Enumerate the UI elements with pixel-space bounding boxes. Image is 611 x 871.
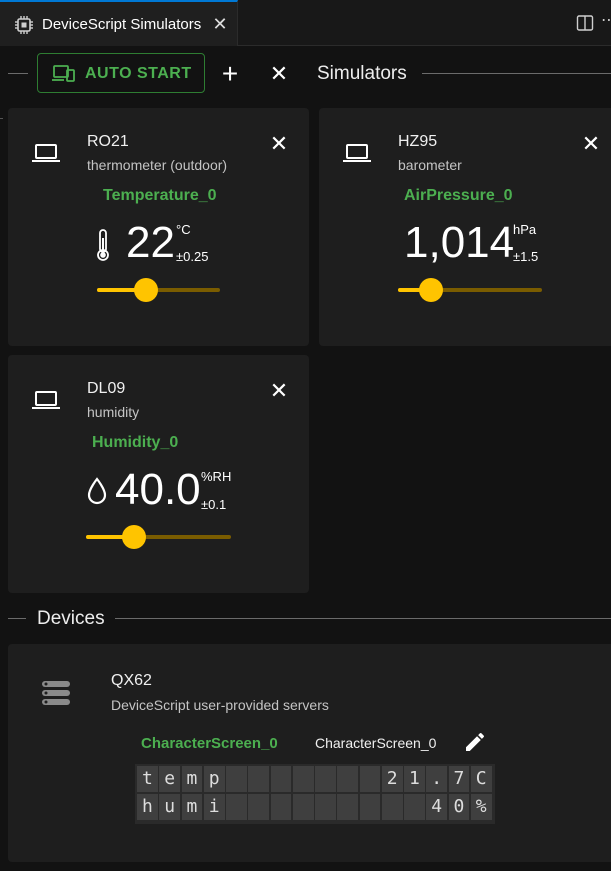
simulator-name: RO21 (87, 133, 129, 150)
simulator-description: thermometer (outdoor) (87, 157, 228, 173)
screen-row: h u m i 4 0% (137, 794, 493, 820)
screen-cell (337, 794, 358, 820)
screen-cell: m (181, 766, 203, 792)
sensor-unit: %RH (201, 469, 232, 484)
screen-cell (359, 766, 381, 792)
tab-title: DeviceScript Simulators (42, 16, 202, 33)
laptop-icon (343, 144, 371, 162)
device-name: QX62 (111, 672, 152, 689)
simulator-name: DL09 (87, 380, 126, 397)
screen-cell: e (159, 766, 180, 792)
devices-rule-right (115, 618, 611, 619)
screen-cell (248, 794, 269, 820)
simulator-card: RO21 thermometer (outdoor) ✕ Temperature… (8, 108, 309, 346)
screen-cell (337, 766, 358, 792)
sensor-unit: hPa (513, 222, 537, 237)
slider-thumb[interactable] (419, 278, 444, 302)
device-description: DeviceScript user-provided servers (111, 697, 329, 713)
server-icon (42, 681, 70, 705)
editor-tab-bar: DeviceScript Simulators ✕ ⋯ (0, 0, 611, 46)
simulator-card: DL09 humidity ✕ Humidity_0 40.0 %RH ±0.1 (8, 355, 309, 593)
value-slider[interactable] (398, 278, 542, 302)
screen-cell: u (159, 794, 180, 820)
simulators-webview: AUTO START + ✕ Simulators RO21 thermomet… (0, 46, 611, 871)
screen-cell (381, 794, 403, 820)
screen-cell: 7 (448, 766, 470, 792)
service-instance-name: CharacterScreen_0 (315, 735, 437, 751)
slider-thumb[interactable] (134, 278, 159, 302)
clear-simulators-button[interactable]: ✕ (265, 60, 293, 88)
screen-cell: C (470, 766, 492, 792)
screen-cell (292, 794, 314, 820)
service-name: AirPressure_0 (404, 187, 513, 204)
screen-cell: t (137, 766, 158, 792)
slider-thumb[interactable] (121, 525, 146, 549)
pencil-icon[interactable] (463, 730, 487, 754)
screen-cell: % (470, 794, 492, 820)
screen-cell: h (137, 794, 158, 820)
character-screen: t e m p 2 1. 7 Ch u m i 4 0% (135, 764, 495, 824)
water-drop-icon (87, 477, 107, 505)
thermometer-icon (97, 229, 109, 261)
screen-cell: 0 (448, 794, 470, 820)
laptop-icon (32, 391, 60, 409)
devices-icon (52, 65, 75, 82)
screen-cell (226, 794, 247, 820)
screen-cell (315, 766, 336, 792)
close-simulator-button[interactable]: ✕ (580, 133, 602, 155)
close-simulator-button[interactable]: ✕ (268, 380, 290, 402)
screen-cell (270, 766, 292, 792)
devices-rule-left (8, 618, 26, 619)
screen-cell: 1 (404, 766, 425, 792)
toolbar-rule-left (8, 73, 28, 74)
more-actions-icon[interactable]: ⋯ (601, 12, 611, 30)
screen-cell: i (203, 794, 225, 820)
screen-cell (248, 766, 269, 792)
auto-start-button[interactable]: AUTO START (37, 53, 205, 93)
device-card: QX62 DeviceScript user-provided servers … (8, 644, 611, 862)
screen-cell (359, 794, 381, 820)
sensor-reading: 22 (126, 218, 175, 267)
service-name: CharacterScreen_0 (141, 735, 278, 752)
service-name: Humidity_0 (92, 434, 179, 451)
sensor-unit: °C (176, 222, 191, 237)
close-simulator-button[interactable]: ✕ (268, 133, 290, 155)
simulator-description: humidity (87, 404, 140, 420)
screen-cell: p (203, 766, 225, 792)
sensor-reading: 1,014 (404, 218, 515, 267)
value-slider[interactable] (97, 278, 220, 302)
screen-cell (270, 794, 292, 820)
laptop-icon (32, 144, 60, 162)
screen-cell: 4 (426, 794, 447, 820)
chip-icon (15, 16, 33, 34)
edge-divider (0, 118, 3, 119)
simulators-toolbar: AUTO START + ✕ Simulators (0, 46, 611, 108)
screen-cell (226, 766, 247, 792)
screen-cell: . (426, 766, 447, 792)
simulator-card: HZ95 barometer ✕ AirPressure_0 1,014 hPa… (319, 108, 611, 346)
tab-close-icon[interactable]: ✕ (210, 14, 230, 34)
screen-cell (292, 766, 314, 792)
screen-row: temp 21.7C (137, 766, 493, 792)
sensor-error: ±0.1 (201, 497, 227, 512)
value-slider[interactable] (86, 525, 231, 549)
screen-cell: m (181, 794, 203, 820)
split-editor-icon[interactable] (576, 14, 594, 32)
auto-start-label: AUTO START (85, 65, 192, 82)
simulator-description: barometer (398, 157, 462, 173)
screen-cell (404, 794, 425, 820)
sensor-error: ±0.25 (176, 249, 209, 264)
devices-section-title: Devices (37, 608, 105, 629)
toolbar-rule-right (422, 73, 611, 74)
sensor-error: ±1.5 (513, 249, 539, 264)
service-name: Temperature_0 (103, 187, 217, 204)
screen-cell: 2 (381, 766, 403, 792)
add-simulator-button[interactable]: + (216, 60, 244, 88)
tab-devicescript-simulators[interactable]: DeviceScript Simulators ✕ (0, 0, 238, 46)
simulators-section-title: Simulators (317, 63, 407, 84)
simulator-name: HZ95 (398, 133, 438, 150)
sensor-reading: 40.0 (115, 465, 201, 514)
screen-cell (315, 794, 336, 820)
